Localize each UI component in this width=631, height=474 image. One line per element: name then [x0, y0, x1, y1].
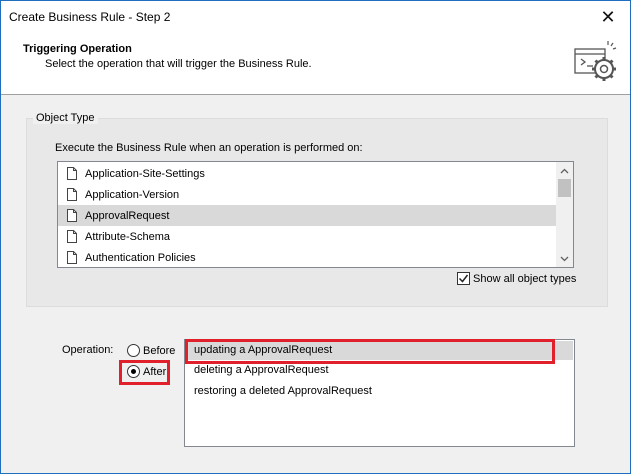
list-item[interactable]: Application-Version [58, 184, 556, 205]
document-icon [67, 209, 77, 222]
checkmark-icon [458, 274, 469, 283]
list-item-label: Application-Site-Settings [85, 167, 205, 180]
list-item-selected[interactable]: ApprovalRequest [58, 205, 556, 226]
scroll-down-icon[interactable] [556, 250, 573, 267]
radio-before-circle[interactable] [127, 344, 140, 357]
close-icon: ✕ [600, 6, 616, 27]
operation-item[interactable]: restoring a deleted ApprovalRequest [194, 385, 372, 397]
window-title: Create Business Rule - Step 2 [9, 10, 171, 24]
document-icon [67, 167, 77, 180]
radio-before[interactable]: Before [127, 344, 175, 357]
wizard-body: Object Type Execute the Business Rule wh… [1, 96, 630, 473]
operation-item[interactable]: deleting a ApprovalRequest [194, 364, 329, 376]
list-item[interactable]: Attribute-Schema [58, 226, 556, 247]
document-icon [67, 188, 77, 201]
document-icon [67, 230, 77, 243]
list-item[interactable]: Application-Site-Settings [58, 163, 556, 184]
radio-after-circle[interactable] [127, 365, 140, 378]
list-item-label: Authentication Policies [85, 251, 196, 264]
highlight-box-updating [185, 339, 555, 364]
list-item[interactable]: Authentication Policies [58, 247, 556, 268]
radio-before-label: Before [143, 344, 176, 357]
list-item-label: Application-Version [85, 188, 180, 201]
header-subtitle: Select the operation that will trigger t… [45, 58, 312, 70]
close-button[interactable]: ✕ [586, 1, 630, 33]
scrollbar-thumb[interactable] [558, 179, 571, 197]
wizard-header: Triggering Operation Select the operatio… [1, 33, 630, 95]
show-all-label: Show all object types [473, 272, 577, 285]
radio-after-label: After [143, 365, 167, 378]
object-type-legend: Object Type [33, 112, 98, 124]
object-type-group: Object Type Execute the Business Rule wh… [26, 112, 608, 307]
list-item-label: ApprovalRequest [85, 209, 170, 222]
show-all-checkbox[interactable] [457, 272, 470, 285]
document-icon [67, 251, 77, 264]
dialog-window: Create Business Rule - Step 2 ✕ Triggeri… [0, 0, 631, 474]
object-type-prompt: Execute the Business Rule when an operat… [55, 142, 363, 154]
operation-label: Operation: [62, 344, 114, 356]
scroll-up-icon[interactable] [556, 162, 573, 179]
vertical-scrollbar[interactable] [556, 162, 573, 267]
title-bar: Create Business Rule - Step 2 ✕ [1, 1, 630, 33]
settings-wizard-icon [574, 41, 617, 81]
object-type-list[interactable]: Application-Site-Settings Application-Ve… [57, 161, 574, 268]
header-title: Triggering Operation [23, 43, 132, 55]
radio-after[interactable]: After [127, 365, 166, 378]
list-item-label: Attribute-Schema [85, 230, 170, 243]
show-all-object-types[interactable]: Show all object types [457, 272, 576, 285]
